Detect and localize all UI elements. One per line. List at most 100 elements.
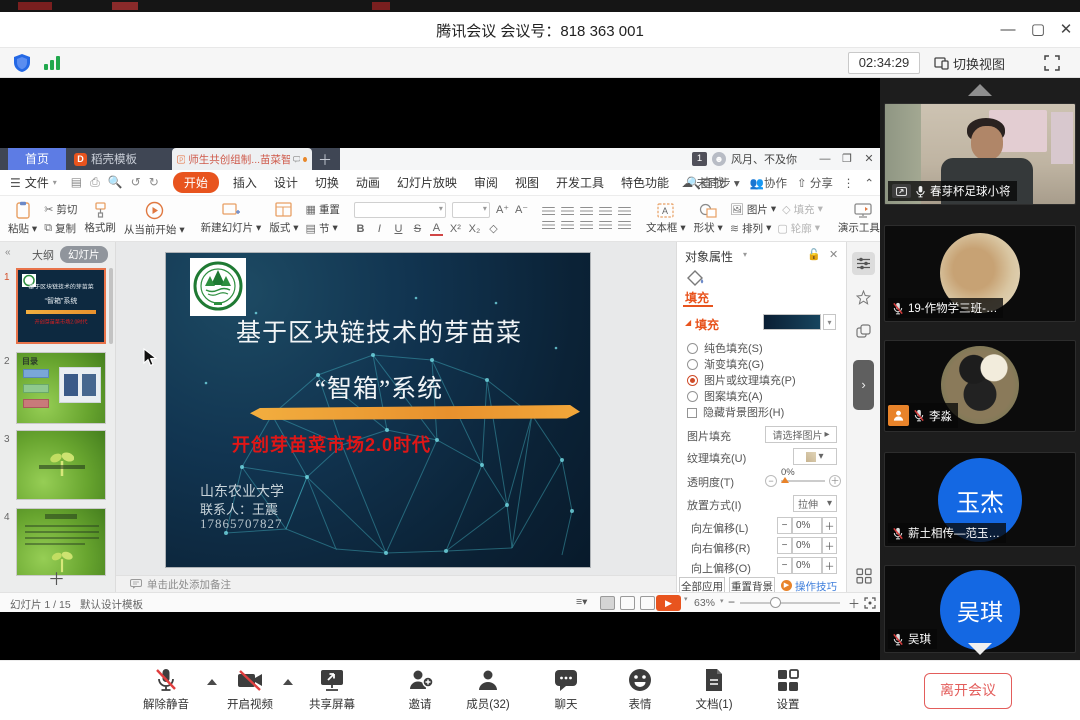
zoom-out-icon[interactable]: − bbox=[728, 595, 735, 609]
slide-thumbnail-1[interactable]: 基于区块链技术的芽苗菜 “智箱”系统 开创芽苗菜市场2.0时代 bbox=[16, 268, 106, 344]
plus-icon[interactable]: ＋ bbox=[822, 557, 837, 574]
slide-thumbnail-2[interactable]: 目录 bbox=[16, 352, 106, 424]
section-button[interactable]: ▤节 ▾ bbox=[306, 221, 340, 236]
docs-button[interactable]: 文档(1) bbox=[678, 667, 750, 712]
option-picture-fill[interactable]: 图片或纹理填充(P) bbox=[687, 372, 857, 389]
notes-toggle-icon[interactable]: ≡▾ bbox=[576, 596, 587, 608]
superscript-button[interactable]: X² bbox=[449, 223, 462, 235]
switch-view-button[interactable]: 切换视图 bbox=[934, 52, 1005, 74]
expand-panel-tab[interactable]: › bbox=[853, 360, 874, 410]
participant-video-4[interactable]: 玉杰 薪土相传—范玉… bbox=[884, 452, 1076, 547]
save-icon[interactable]: ▤ bbox=[71, 175, 82, 190]
present-tools-button[interactable]: 演示工具 ▾ bbox=[834, 198, 880, 239]
transparency-marker-icon[interactable] bbox=[781, 477, 789, 483]
slide-thumbnail-3[interactable] bbox=[16, 430, 106, 500]
fill-tab[interactable]: 填充 bbox=[685, 289, 725, 306]
outline-button[interactable]: ▢轮廓 ▾ bbox=[777, 221, 820, 236]
wps-tab-document[interactable]: P 师生共创组制...苗菜智箱系统 bbox=[172, 148, 312, 170]
fullscreen-icon[interactable] bbox=[1044, 55, 1060, 71]
underline-button[interactable]: U bbox=[392, 223, 405, 235]
increase-font-icon[interactable]: A⁺ bbox=[496, 203, 509, 216]
members-button[interactable]: 成员(32) bbox=[452, 667, 524, 712]
reading-view-icon[interactable] bbox=[640, 596, 655, 610]
align-center-icon[interactable] bbox=[561, 221, 574, 231]
menu-item[interactable]: 视图 bbox=[515, 174, 539, 191]
video-options-icon[interactable] bbox=[283, 679, 293, 685]
menu-file[interactable]: 文件 bbox=[25, 174, 49, 191]
copy-button[interactable]: ⧉复制 bbox=[44, 221, 77, 236]
fill-button[interactable]: ◇填充 ▾ bbox=[782, 202, 823, 217]
slide-canvas[interactable]: 基于区块链技术的芽苗菜 “智箱”系统 开创芽苗菜市场2.0时代 山东农业大学 联… bbox=[165, 252, 591, 568]
redo-icon[interactable]: ↻ bbox=[149, 175, 159, 190]
cowork-button[interactable]: 👥协作 bbox=[750, 175, 787, 191]
texture-dropdown[interactable]: ▾ bbox=[793, 448, 837, 465]
plus-icon[interactable]: ＋ bbox=[822, 537, 837, 554]
chat-button[interactable]: 聊天 bbox=[530, 667, 602, 712]
zoom-slider-track[interactable] bbox=[740, 602, 840, 604]
fit-screen-icon[interactable] bbox=[864, 597, 876, 609]
menu-item[interactable]: 幻灯片放映 bbox=[397, 174, 457, 191]
more-menu-icon[interactable]: ⋮ bbox=[843, 176, 855, 190]
slideshow-play-button[interactable]: ▶ bbox=[656, 595, 681, 611]
participant-video-3[interactable]: 李淼 bbox=[884, 340, 1076, 432]
numbered-list-icon[interactable] bbox=[561, 207, 574, 217]
close-icon[interactable]: ✕ bbox=[1054, 18, 1078, 42]
close-panel-icon[interactable]: ✕ bbox=[829, 248, 838, 261]
select-picture-button[interactable]: 请选择图片▸ bbox=[765, 426, 837, 443]
share-button[interactable]: ⇧ 分享 bbox=[797, 175, 833, 191]
properties-strip-button[interactable] bbox=[852, 252, 875, 275]
undo-icon[interactable]: ↺ bbox=[131, 175, 141, 190]
invite-button[interactable]: 邀请 bbox=[384, 667, 456, 712]
leave-meeting-button[interactable]: 离开会议 bbox=[924, 673, 1012, 709]
emoji-button[interactable]: 表情 bbox=[604, 667, 676, 712]
effects-strip-button[interactable] bbox=[852, 286, 875, 309]
zoom-dropdown-icon[interactable]: ▾ bbox=[720, 597, 724, 605]
new-slide-button[interactable]: 新建幻灯片 ▾ bbox=[197, 198, 266, 239]
normal-view-icon[interactable] bbox=[600, 596, 615, 610]
zoom-slider-knob[interactable] bbox=[770, 597, 781, 608]
unlock-icon[interactable]: 🔓 bbox=[807, 248, 821, 261]
arrange-button[interactable]: ≋排列 ▾ bbox=[730, 221, 772, 236]
font-color-button[interactable]: A bbox=[430, 222, 443, 236]
account-avatar[interactable]: ☻ bbox=[712, 152, 726, 166]
plus-icon[interactable]: ＋ bbox=[822, 517, 837, 534]
scroll-down-icon[interactable] bbox=[968, 643, 992, 655]
collapse-panel-icon[interactable]: « bbox=[5, 247, 11, 258]
sync-status[interactable]: ☁ 未同步 ▾ bbox=[682, 175, 740, 191]
font-size-select[interactable] bbox=[452, 202, 490, 218]
indent-increase-icon[interactable] bbox=[599, 207, 612, 217]
subscript-button[interactable]: X₂ bbox=[468, 223, 481, 235]
unmute-button[interactable]: 解除静音 bbox=[130, 667, 202, 712]
thumbnail-scrollbar[interactable] bbox=[109, 268, 113, 344]
strikethrough-button[interactable]: S bbox=[411, 223, 424, 235]
wps-close-icon[interactable]: ✕ bbox=[860, 151, 878, 167]
bullet-list-icon[interactable] bbox=[542, 207, 555, 217]
picture-button[interactable]: 🖼图片 ▾ bbox=[730, 202, 776, 217]
menu-item[interactable]: 开发工具 bbox=[556, 174, 604, 191]
chevron-down-icon[interactable]: ▾ bbox=[743, 250, 747, 259]
indent-decrease-icon[interactable] bbox=[580, 207, 593, 217]
textbox-button[interactable]: A 文本框 ▾ bbox=[642, 198, 690, 239]
new-tab-button[interactable]: ＋ bbox=[318, 150, 332, 170]
fill-color-swatch[interactable] bbox=[763, 314, 821, 330]
tab-outline[interactable]: 大纲 bbox=[32, 247, 54, 263]
menu-item[interactable]: 审阅 bbox=[474, 174, 498, 191]
menu-start-tab[interactable]: 开始 bbox=[173, 172, 219, 193]
decrease-font-icon[interactable]: A⁻ bbox=[515, 203, 528, 216]
option-pattern-fill[interactable]: 图案填充(A) bbox=[687, 388, 857, 405]
share-screen-button[interactable]: 共享屏幕 bbox=[296, 667, 368, 712]
align-left-icon[interactable] bbox=[542, 221, 555, 231]
zoom-level[interactable]: 63% bbox=[694, 597, 715, 609]
italic-button[interactable]: I bbox=[373, 223, 386, 235]
align-right-icon[interactable] bbox=[580, 221, 593, 231]
add-slide-button[interactable]: ＋ bbox=[48, 565, 65, 590]
apps-grid-icon[interactable] bbox=[856, 568, 872, 584]
menu-item[interactable]: 插入 bbox=[233, 174, 257, 191]
scroll-up-icon[interactable] bbox=[968, 84, 992, 96]
zoom-in-icon[interactable]: ＋ bbox=[848, 595, 860, 612]
play-options-icon[interactable]: ▾ bbox=[684, 595, 688, 603]
minus-icon[interactable]: − bbox=[777, 517, 792, 534]
shape-button[interactable]: 形状 ▾ bbox=[690, 198, 727, 239]
minus-icon[interactable]: − bbox=[777, 557, 792, 574]
preview-icon[interactable]: 🔍 bbox=[108, 175, 123, 190]
